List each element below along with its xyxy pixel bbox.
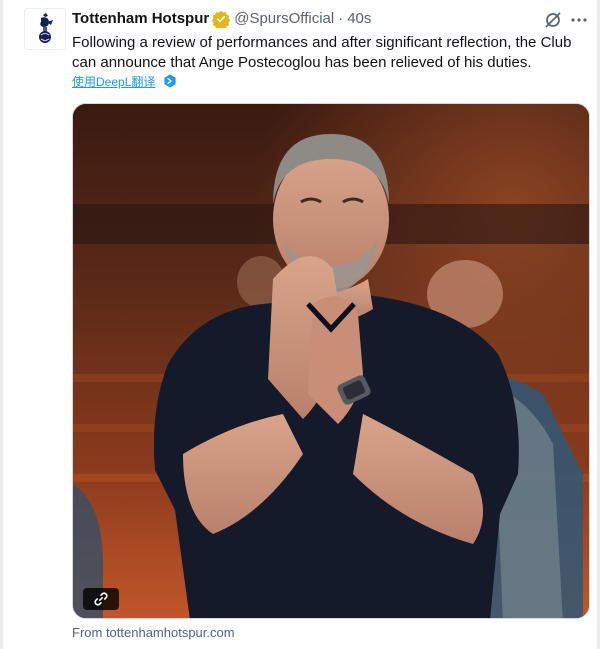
link-icon (94, 592, 108, 606)
handle[interactable]: @SpursOfficial (234, 9, 334, 29)
more-dots-icon (571, 18, 587, 22)
link-chip[interactable] (83, 588, 119, 610)
separator-dot: · (338, 10, 344, 27)
display-name[interactable]: Tottenham Hotspur (72, 9, 209, 29)
tweet-header: Tottenham Hotspur @SpursOfficial · 40s (72, 9, 371, 29)
avatar[interactable] (24, 8, 66, 50)
translate-link[interactable]: 使用DeepL翻译 (72, 72, 177, 90)
deepl-badge-icon (163, 74, 177, 88)
more-button[interactable] (568, 9, 590, 31)
media-photo (73, 104, 589, 618)
tottenham-cockerel-logo-icon (39, 13, 53, 43)
link-source[interactable]: From tottenhamhotspur.com (72, 625, 235, 640)
timestamp[interactable]: 40s (347, 9, 371, 29)
grok-button[interactable] (542, 9, 564, 31)
verified-badge-icon (212, 10, 231, 28)
grok-icon (545, 12, 561, 28)
tweet-card[interactable]: Tottenham Hotspur @SpursOfficial · 40s F… (3, 0, 597, 649)
tweet-text: Following a review of performances and a… (72, 34, 572, 71)
tweet-media[interactable] (72, 103, 590, 619)
translate-label[interactable]: 使用DeepL翻译 (72, 73, 155, 90)
